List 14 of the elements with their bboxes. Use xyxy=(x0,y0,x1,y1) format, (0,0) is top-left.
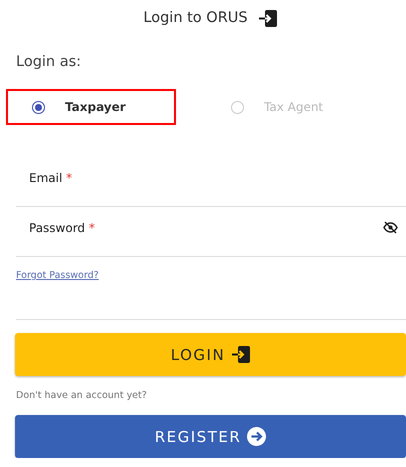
sign-in-icon xyxy=(231,346,250,363)
login-as-label: Login as: xyxy=(16,54,82,70)
arrow-circle-icon xyxy=(247,427,266,446)
register-button[interactable]: REGISTER xyxy=(15,415,406,458)
eye-slash-icon[interactable] xyxy=(383,221,398,234)
password-field[interactable]: Password * xyxy=(16,207,406,257)
radio-label[interactable]: Taxpayer xyxy=(65,100,126,114)
page-title: Login to ORUS xyxy=(143,10,248,26)
forgot-password-link[interactable]: Forgot Password? xyxy=(16,270,99,281)
register-prompt: Don't have an account yet? xyxy=(16,390,148,401)
email-field[interactable]: Email * xyxy=(16,157,406,207)
login-button[interactable]: LOGIN xyxy=(15,333,406,376)
sign-in-icon xyxy=(258,10,277,26)
radio-button[interactable] xyxy=(32,100,45,114)
